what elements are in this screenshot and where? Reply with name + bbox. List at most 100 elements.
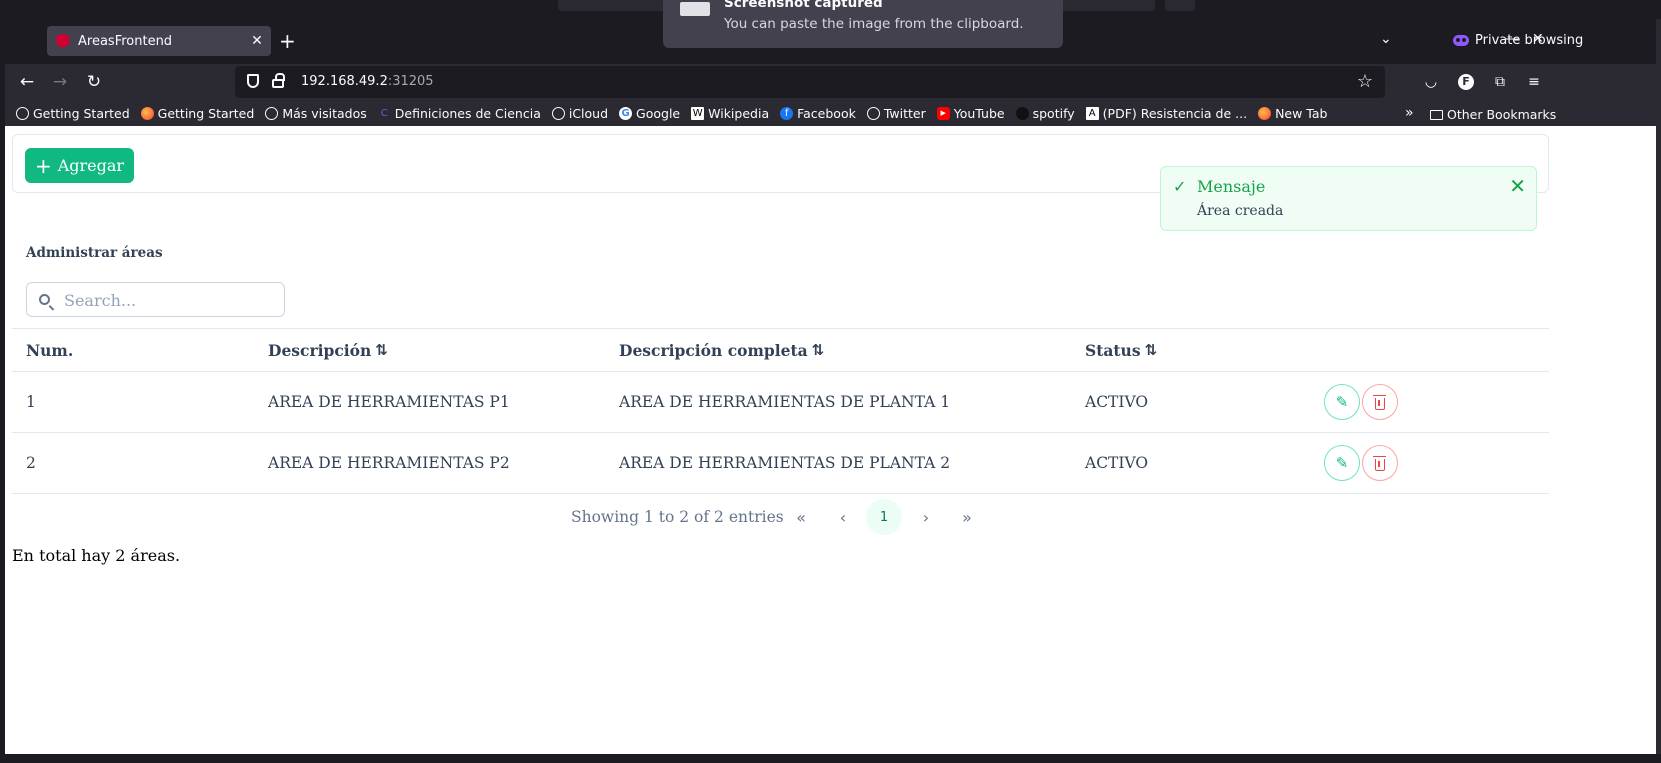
browser-window: AreasFrontend ✕ + ⌄ Private browsing — ✕… bbox=[5, 19, 1656, 754]
bookmark-item[interactable]: Más visitados bbox=[265, 105, 367, 121]
pencil-icon: ✎ bbox=[1335, 454, 1349, 472]
sort-icon[interactable]: ⇅ bbox=[1145, 341, 1158, 359]
bookmark-star-icon[interactable]: ☆ bbox=[1357, 71, 1373, 92]
bookmark-item[interactable]: ▶ YouTube bbox=[936, 105, 1005, 121]
menu-icon[interactable]: ≡ bbox=[1525, 73, 1543, 91]
cell-num: 1 bbox=[26, 393, 36, 411]
forward-button[interactable]: → bbox=[48, 71, 72, 93]
close-icon[interactable]: ✕ bbox=[1509, 174, 1526, 198]
check-icon: ✓ bbox=[1173, 177, 1187, 196]
bookmark-item[interactable]: spotify bbox=[1015, 105, 1075, 121]
other-bookmarks[interactable]: Other Bookmarks bbox=[1430, 107, 1556, 122]
google-icon: G bbox=[619, 106, 633, 120]
edit-button[interactable]: ✎ bbox=[1324, 445, 1360, 481]
chevron-double-right-icon[interactable]: » bbox=[1405, 105, 1414, 121]
bookmark-item[interactable]: Twitter bbox=[866, 106, 926, 121]
paginator-summary: Showing 1 to 2 of 2 entries bbox=[571, 508, 784, 526]
private-browsing-label: Private browsing bbox=[1475, 33, 1584, 48]
youtube-icon: ▶ bbox=[936, 106, 950, 120]
new-tab-button[interactable]: + bbox=[279, 31, 296, 51]
bookmark-label: Facebook bbox=[797, 105, 856, 121]
account-icon[interactable]: F bbox=[1458, 74, 1474, 90]
close-window-button[interactable]: ✕ bbox=[1532, 31, 1544, 47]
first-page-button[interactable]: « bbox=[783, 499, 819, 535]
areas-table: Num. Descripción ⇅ Descripción completa ⇅ … bbox=[12, 328, 1549, 494]
bookmark-label: Más visitados bbox=[282, 105, 367, 121]
sort-icon[interactable]: ⇅ bbox=[812, 341, 825, 359]
add-area-button[interactable]: + Agregar bbox=[25, 148, 134, 183]
header-descripcion[interactable]: Descripción ⇅ bbox=[268, 329, 388, 371]
background-window-button bbox=[1125, 0, 1155, 11]
bookmark-item[interactable]: G Google bbox=[619, 106, 680, 121]
bookmark-label: (PDF) Resistencia de ... bbox=[1102, 105, 1248, 121]
bookmark-item[interactable]: C Definiciones de Ciencia bbox=[378, 106, 541, 121]
screenshot-notification: Screenshot captured You can paste the im… bbox=[663, 0, 1063, 48]
search-field[interactable] bbox=[26, 282, 285, 317]
tab-close-icon[interactable]: ✕ bbox=[247, 33, 267, 49]
cell-descripcion: AREA DE HERRAMIENTAS P1 bbox=[268, 393, 510, 411]
delete-button[interactable] bbox=[1362, 384, 1398, 420]
add-button-label: Agregar bbox=[57, 156, 125, 175]
delete-button[interactable] bbox=[1362, 445, 1398, 481]
extensions-icon[interactable]: ⧉ bbox=[1491, 73, 1509, 91]
toast-title: Mensaje bbox=[1197, 177, 1266, 196]
cell-num: 2 bbox=[26, 454, 36, 472]
cell-descripcion-completa: AREA DE HERRAMIENTAS DE PLANTA 1 bbox=[619, 393, 951, 411]
edit-button[interactable]: ✎ bbox=[1324, 384, 1360, 420]
page-1-button[interactable]: 1 bbox=[866, 499, 902, 535]
next-page-button[interactable]: › bbox=[908, 499, 944, 535]
notification-title: Screenshot captured bbox=[724, 0, 883, 11]
gear-icon bbox=[265, 106, 279, 120]
paginator: Showing 1 to 2 of 2 entries « ‹ 1 › » bbox=[5, 496, 1556, 538]
success-toast: ✓ Mensaje Área creada ✕ bbox=[1160, 166, 1537, 231]
chevron-down-icon[interactable]: ⌄ bbox=[1380, 31, 1392, 47]
search-icon bbox=[39, 294, 50, 305]
url-text[interactable]: 192.168.49.2:31205 bbox=[301, 74, 434, 89]
bookmark-item[interactable]: iCloud bbox=[551, 106, 608, 121]
header-status[interactable]: Status ⇅ bbox=[1085, 329, 1157, 371]
bookmark-label: Wikipedia bbox=[708, 105, 770, 121]
row-actions: ✎ bbox=[1324, 372, 1398, 432]
total-areas-text: En total hay 2 áreas. bbox=[12, 546, 181, 565]
tab-title: AreasFrontend bbox=[78, 33, 173, 49]
globe-icon bbox=[866, 106, 880, 120]
back-button[interactable]: ← bbox=[15, 71, 39, 93]
header-descripcion-completa[interactable]: Descripción completa ⇅ bbox=[619, 329, 824, 371]
c-icon: C bbox=[380, 107, 388, 119]
facebook-icon: f bbox=[780, 106, 794, 120]
cell-status: ACTIVO bbox=[1085, 393, 1149, 411]
pocket-icon[interactable]: ◡ bbox=[1422, 73, 1440, 91]
bookmark-item[interactable]: W Wikipedia bbox=[691, 106, 769, 121]
table-row: 2 AREA DE HERRAMIENTAS P2 AREA DE HERRAMIE… bbox=[12, 433, 1549, 494]
prev-page-button[interactable]: ‹ bbox=[825, 499, 861, 535]
bookmark-label: spotify bbox=[1032, 105, 1075, 121]
private-mask-icon bbox=[1453, 35, 1469, 46]
url-bar[interactable]: 192.168.49.2:31205 ☆ bbox=[235, 66, 1385, 98]
trash-icon bbox=[1373, 394, 1386, 410]
bookmark-label: Google bbox=[636, 105, 681, 121]
shield-icon[interactable] bbox=[247, 74, 259, 88]
folder-icon bbox=[1430, 109, 1443, 120]
bookmark-label: New Tab bbox=[1275, 105, 1328, 121]
page-content: + Agregar ✓ Mensaje Área creada ✕ Admini… bbox=[5, 126, 1656, 754]
sort-icon[interactable]: ⇅ bbox=[375, 341, 388, 359]
bookmark-label: Getting Started bbox=[157, 105, 255, 121]
bookmark-item[interactable]: Getting Started bbox=[140, 105, 255, 121]
bookmark-item[interactable]: New Tab bbox=[1258, 106, 1327, 121]
bookmark-label: YouTube bbox=[953, 105, 1005, 121]
cell-descripcion: AREA DE HERRAMIENTAS P2 bbox=[268, 454, 510, 472]
lock-icon[interactable] bbox=[272, 73, 285, 88]
bookmark-item[interactable]: f Facebook bbox=[780, 106, 856, 121]
last-page-button[interactable]: » bbox=[949, 499, 985, 535]
reload-button[interactable]: ↻ bbox=[82, 71, 106, 93]
bookmark-item[interactable]: A (PDF) Resistencia de ... bbox=[1085, 105, 1248, 121]
plus-icon: + bbox=[34, 153, 52, 178]
firefox-icon bbox=[140, 106, 154, 120]
tab-areas-frontend[interactable]: AreasFrontend ✕ bbox=[47, 26, 271, 56]
header-num: Num. bbox=[26, 340, 74, 360]
wikipedia-icon: W bbox=[691, 106, 705, 120]
bookmark-item[interactable]: Getting Started bbox=[16, 106, 130, 121]
minimize-button[interactable]: — bbox=[1505, 31, 1519, 47]
search-input[interactable] bbox=[64, 289, 264, 311]
academia-icon: A bbox=[1085, 106, 1099, 120]
